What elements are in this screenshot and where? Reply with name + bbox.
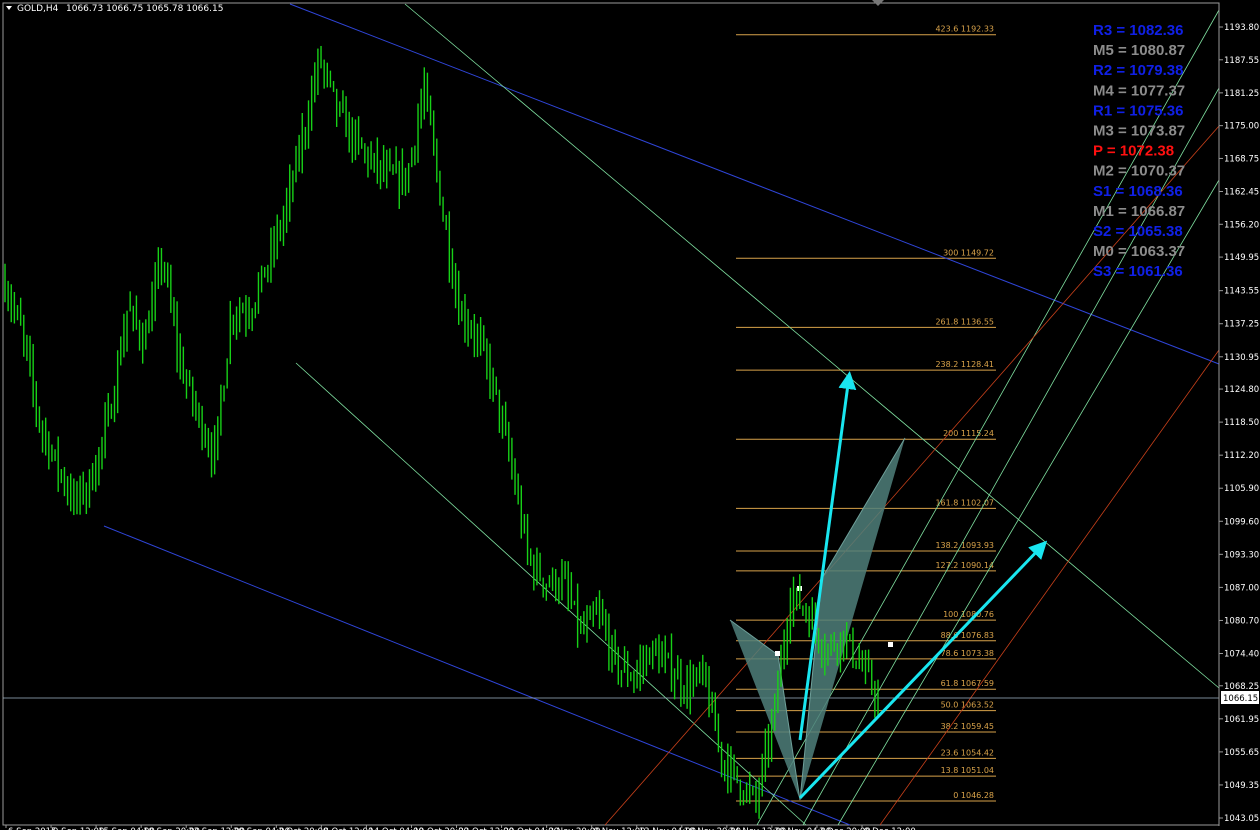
pivot-level-label: M1 = 1066.87 <box>1093 203 1185 220</box>
pivot-levels-panel: R3 = 1082.36 M5 = 1080.87 R2 = 1079.38 M4 =… <box>1093 22 1185 280</box>
price-tick-label: 1181.25 <box>1224 89 1259 99</box>
pattern-point[interactable] <box>888 642 893 647</box>
fib-level-label: 23.6 1054.42 <box>941 748 994 757</box>
price-tick-label: 1143.55 <box>1224 287 1259 297</box>
pivot-level-label: P = 1072.38 <box>1093 143 1174 160</box>
fib-level-label: 127.2 1090.14 <box>935 561 994 570</box>
price-tick-label: 1137.25 <box>1224 320 1259 330</box>
pattern-point[interactable] <box>775 651 780 656</box>
price-tick-label: 1087.00 <box>1224 583 1259 593</box>
price-tick-label: 1149.95 <box>1224 253 1259 263</box>
price-tick-label: 1093.30 <box>1224 550 1259 560</box>
pivot-level-label: M3 = 1073.87 <box>1093 123 1185 140</box>
time-axis: 6 Sep 20159 Sep 12:0015 Sep 04:0018 Sep … <box>5 825 916 830</box>
price-tick-label: 1099.60 <box>1224 517 1259 527</box>
upper-channel-line-blue <box>289 3 1220 365</box>
price-tick-label: 1055.65 <box>1224 748 1259 758</box>
fib-level-label: 13.8 1051.04 <box>941 766 994 775</box>
price-tick-label: 1124.80 <box>1224 385 1259 395</box>
price-tick-label: 1112.20 <box>1224 451 1259 461</box>
pivot-level-label: M2 = 1070.37 <box>1093 163 1185 180</box>
pivot-level-label: S3 = 1061.36 <box>1093 263 1183 280</box>
price-tick-label: 1156.20 <box>1224 220 1259 230</box>
fib-level-label: 138.2 1093.93 <box>935 541 994 550</box>
price-tick-label: 1068.25 <box>1224 682 1259 692</box>
fib-level-label: 0 1046.28 <box>953 791 994 800</box>
price-tick-label: 1130.95 <box>1224 353 1259 363</box>
fib-level-label: 200 1115.24 <box>943 429 994 438</box>
plot-frame <box>2 2 1220 826</box>
channel-lines <box>3 3 1220 826</box>
price-tick-label: 1105.90 <box>1224 484 1259 494</box>
price-chart[interactable]: 423.6 1192.33 300 1149.72 261.8 1136.55 238… <box>0 0 1260 830</box>
pivot-level-label: M0 = 1063.37 <box>1093 243 1185 260</box>
fib-level-label: 238.2 1128.41 <box>935 360 994 369</box>
fib-level-label: 78.6 1073.38 <box>941 649 994 658</box>
fib-level-label: 423.6 1192.33 <box>935 25 994 34</box>
pivot-level-label: M5 = 1080.87 <box>1093 42 1185 59</box>
ohlc-readout: 1066.73 1066.75 1065.78 1066.15 <box>66 4 223 14</box>
price-tick-label: 1074.40 <box>1224 650 1259 660</box>
symbol-label: GOLD,H4 <box>17 4 59 14</box>
fib-level-label: 50.0 1063.52 <box>941 701 994 710</box>
dropdown-triangle-icon[interactable] <box>6 6 12 10</box>
price-tick-label: 1193.80 <box>1224 23 1259 33</box>
pivot-level-label: M4 = 1077.37 <box>1093 82 1185 99</box>
fib-level-label: 300 1149.72 <box>943 248 994 257</box>
price-tick-label: 1168.75 <box>1224 154 1259 164</box>
fib-level-label: 261.8 1136.55 <box>935 317 994 326</box>
descending-channel-line-green-lower <box>295 362 807 826</box>
fib-level-label: 100 1080.76 <box>943 610 994 619</box>
price-tick-label: 1187.55 <box>1224 56 1259 66</box>
pivot-level-label: R2 = 1079.38 <box>1093 62 1184 79</box>
price-tick-label: 1061.95 <box>1224 715 1259 725</box>
current-price-label: 1066.15 <box>1223 694 1258 704</box>
price-tick-label: 1080.70 <box>1224 616 1259 626</box>
price-tick-label: 1118.50 <box>1224 418 1259 428</box>
fib-level-label: 61.8 1067.59 <box>941 679 994 688</box>
pivot-level-label: R1 = 1075.36 <box>1093 102 1184 119</box>
current-price-tag: 1066.15 <box>1221 691 1259 704</box>
price-tick-label: 1049.35 <box>1224 781 1259 791</box>
price-tick-label: 1175.00 <box>1224 122 1259 132</box>
pivot-level-label: S1 = 1068.36 <box>1093 183 1183 200</box>
pivot-level-label: R3 = 1082.36 <box>1093 22 1184 39</box>
price-tick-label: 1162.45 <box>1224 187 1259 197</box>
price-tick-label: 1043.05 <box>1224 814 1259 824</box>
pivot-level-label: S2 = 1065.38 <box>1093 223 1183 240</box>
candlestick-series <box>4 45 879 819</box>
chart-header: GOLD,H4 1066.73 1066.75 1065.78 1066.15 <box>6 0 884 14</box>
ascending-line-red-2 <box>879 349 1220 826</box>
